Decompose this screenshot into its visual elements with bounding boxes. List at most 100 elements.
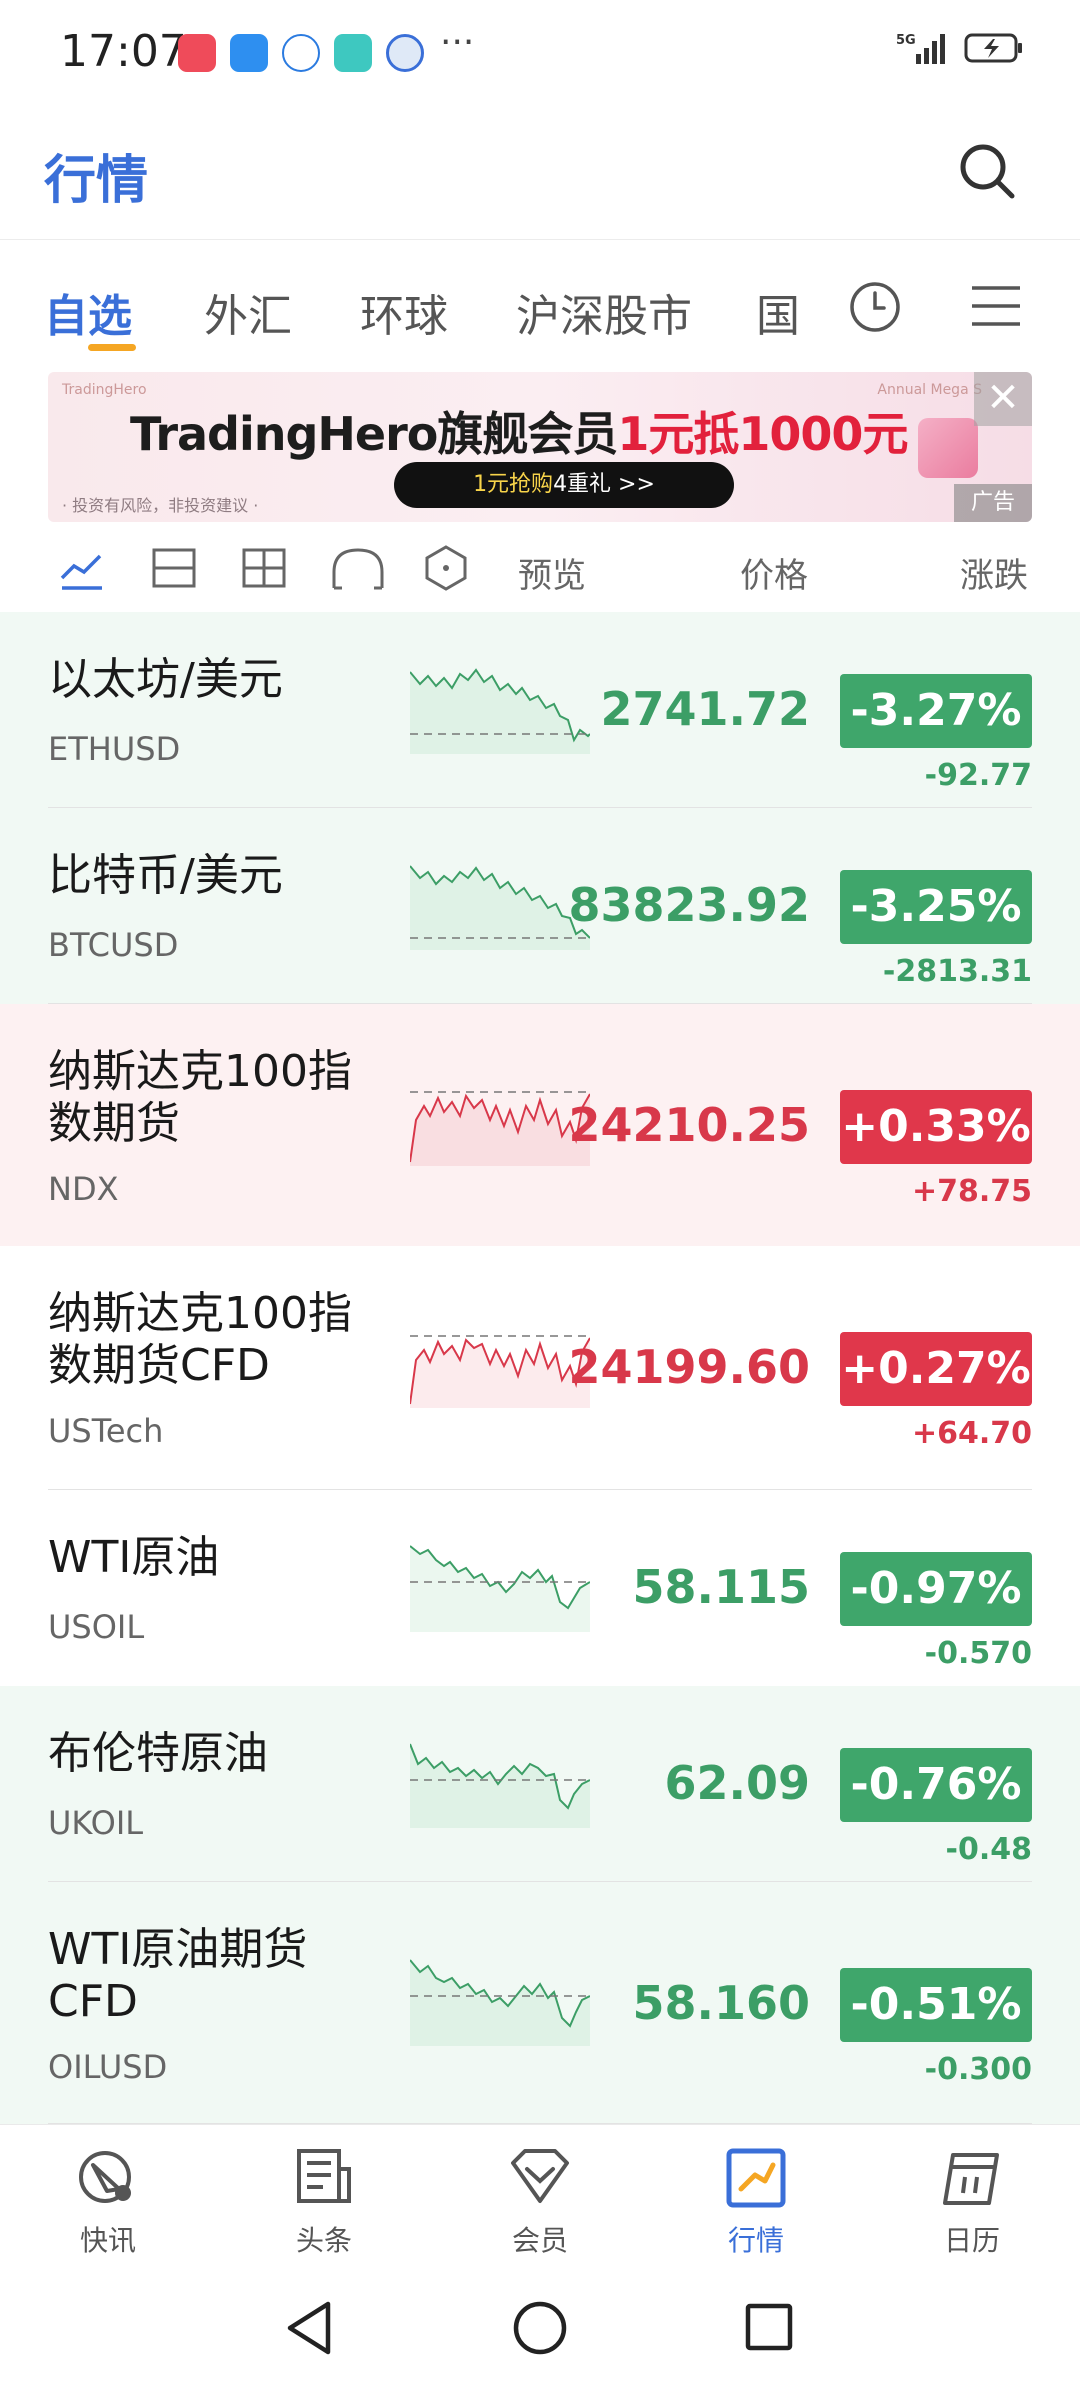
tab-watchlist[interactable]: 自选 bbox=[44, 280, 132, 344]
instrument-name: 比特币/美元 bbox=[48, 850, 283, 901]
tab-forex[interactable]: 外汇 bbox=[204, 280, 292, 344]
banner-headline: TradingHero旗舰会员1元抵1000元 bbox=[130, 398, 908, 464]
last-price: 24210.25 bbox=[568, 1098, 810, 1152]
battery-icon bbox=[964, 33, 1022, 63]
status-app-icons bbox=[178, 34, 424, 72]
quote-row-oilusd[interactable]: WTI原油期货CFD OILUSD 58.160 -0.51% -0.300 bbox=[0, 1882, 1080, 2124]
status-bar: 17:07 ··· 5G bbox=[0, 0, 1080, 100]
search-icon[interactable] bbox=[956, 140, 1018, 202]
nav-label: 行情 bbox=[727, 2224, 784, 2257]
market-tabs: 自选 外汇 环球 沪深股市 国 bbox=[0, 240, 1080, 360]
last-price: 2741.72 bbox=[600, 682, 810, 736]
ad-label: 广告 bbox=[954, 484, 1032, 522]
shopping-app-icon bbox=[178, 34, 216, 72]
banner-close-button[interactable]: ✕ bbox=[974, 372, 1032, 426]
view-toolbar: 预览 价格 涨跌 bbox=[0, 530, 1080, 610]
percent-change-badge: -0.76% bbox=[840, 1748, 1032, 1822]
list-view-icon[interactable] bbox=[150, 544, 198, 592]
quote-row-ethusd[interactable]: 以太坊/美元 ETHUSD 2741.72 -3.27% -92.77 bbox=[0, 612, 1080, 808]
system-navigation-bar bbox=[0, 2270, 1080, 2388]
quote-row-ndx[interactable]: 纳斯达克100指数期货 NDX 24210.25 +0.33% +78.75 bbox=[0, 1004, 1080, 1246]
recents-icon[interactable] bbox=[744, 2302, 794, 2352]
home-icon[interactable] bbox=[512, 2300, 568, 2356]
absolute-change: -92.77 bbox=[924, 758, 1032, 793]
tab-more-truncated[interactable]: 国 bbox=[756, 280, 800, 344]
instrument-name: 布伦特原油 bbox=[48, 1728, 268, 1779]
nav-label: 日历 bbox=[943, 2224, 1000, 2257]
nav-item-headlines[interactable]: 头条 bbox=[254, 2145, 394, 2259]
quote-row-btcusd[interactable]: 比特币/美元 BTCUSD 83823.92 -3.25% -2813.31 bbox=[0, 808, 1080, 1004]
sparkline bbox=[410, 1545, 590, 1632]
nav-label: 头条 bbox=[295, 2224, 352, 2257]
status-more-icon: ··· bbox=[440, 22, 475, 63]
percent-change-badge: +0.33% bbox=[840, 1090, 1032, 1164]
absolute-change: +78.75 bbox=[911, 1174, 1032, 1209]
membership-icon bbox=[511, 2149, 569, 2203]
sparkline bbox=[410, 1335, 590, 1408]
active-tab-indicator bbox=[88, 344, 136, 351]
preview-label[interactable]: 预览 bbox=[518, 548, 586, 597]
hexagon-view-icon[interactable] bbox=[422, 544, 470, 592]
quote-row-ukoil[interactable]: 布伦特原油 UKOIL 62.09 -0.76% -0.48 bbox=[0, 1686, 1080, 1882]
weather-app-icon bbox=[230, 34, 268, 72]
app-header: 行情 bbox=[0, 100, 1080, 240]
flash-news-icon bbox=[79, 2151, 131, 2203]
status-right: 5G bbox=[896, 30, 1024, 66]
banner-cta-highlight: 1元抢购 bbox=[473, 472, 554, 497]
nav-item-flash[interactable]: 快讯 bbox=[38, 2145, 178, 2259]
banner-cta-button[interactable]: 1元抢购4重礼 >> bbox=[394, 462, 734, 508]
instrument-code: BTCUSD bbox=[48, 926, 179, 964]
banner-risk-note: · 投资有风险，非投资建议 · bbox=[62, 496, 259, 515]
grid-view-icon[interactable] bbox=[240, 544, 288, 592]
headlines-icon bbox=[297, 2149, 351, 2203]
network-type: 5G bbox=[896, 33, 916, 48]
banner-annual-text: Annual Mega S bbox=[877, 382, 982, 398]
instrument-code: USTech bbox=[48, 1412, 164, 1450]
absolute-change: -0.570 bbox=[924, 1636, 1032, 1671]
sparkline bbox=[410, 668, 590, 754]
banner-headline-prefix: TradingHero旗舰会员 bbox=[130, 407, 618, 461]
curve-view-icon[interactable] bbox=[330, 544, 386, 592]
status-time: 17:07 bbox=[60, 26, 187, 77]
percent-change-badge: +0.27% bbox=[840, 1332, 1032, 1406]
line-view-icon[interactable] bbox=[58, 544, 106, 592]
banner-cta-rest: 4重礼 >> bbox=[553, 472, 655, 497]
last-price: 24199.60 bbox=[568, 1340, 810, 1394]
change-column-header[interactable]: 涨跌 bbox=[960, 548, 1028, 597]
percent-change-badge: -3.25% bbox=[840, 870, 1032, 944]
percent-change-badge: -0.97% bbox=[840, 1552, 1032, 1626]
back-icon[interactable] bbox=[284, 2300, 334, 2356]
instrument-name: WTI原油期货CFD bbox=[48, 1924, 308, 2027]
instrument-name: 纳斯达克100指数期货 bbox=[48, 1046, 352, 1149]
banner-brand-small: TradingHero bbox=[62, 382, 147, 398]
last-price: 62.09 bbox=[664, 1756, 810, 1810]
tab-global[interactable]: 环球 bbox=[360, 280, 448, 344]
last-price: 58.115 bbox=[632, 1560, 810, 1614]
market-icon bbox=[726, 2148, 786, 2208]
clock-icon[interactable] bbox=[848, 280, 902, 334]
instrument-code: OILUSD bbox=[48, 2048, 168, 2086]
tab-a-shares[interactable]: 沪深股市 bbox=[516, 280, 692, 344]
quote-row-ustech[interactable]: 纳斯达克100指数期货CFD USTech 24199.60 +0.27% +6… bbox=[0, 1246, 1080, 1490]
last-price: 83823.92 bbox=[568, 878, 810, 932]
nav-item-calendar[interactable]: 日历 bbox=[902, 2145, 1042, 2259]
instrument-code: NDX bbox=[48, 1170, 119, 1208]
nav-item-membership[interactable]: 会员 bbox=[470, 2145, 610, 2259]
sparkline bbox=[410, 1743, 590, 1828]
promo-banner[interactable]: TradingHero Annual Mega S TradingHero旗舰会… bbox=[48, 372, 1032, 522]
nav-label: 会员 bbox=[511, 2224, 568, 2257]
shopping-bag-icon bbox=[918, 418, 978, 478]
menu-icon[interactable] bbox=[970, 282, 1022, 330]
instrument-name: 以太坊/美元 bbox=[48, 654, 283, 705]
security-app-icon bbox=[386, 34, 424, 72]
price-column-header[interactable]: 价格 bbox=[740, 548, 808, 597]
absolute-change: -0.300 bbox=[924, 2052, 1032, 2087]
nav-item-market[interactable]: 行情 bbox=[686, 2145, 826, 2259]
percent-change-badge: -0.51% bbox=[840, 1968, 1032, 2042]
instrument-code: UKOIL bbox=[48, 1804, 144, 1842]
nav-label: 快讯 bbox=[79, 2224, 136, 2257]
instrument-code: USOIL bbox=[48, 1608, 145, 1646]
quote-row-usoil[interactable]: WTI原油 USOIL 58.115 -0.97% -0.570 bbox=[0, 1490, 1080, 1686]
sparkline bbox=[410, 1091, 590, 1166]
absolute-change: -2813.31 bbox=[882, 954, 1032, 989]
